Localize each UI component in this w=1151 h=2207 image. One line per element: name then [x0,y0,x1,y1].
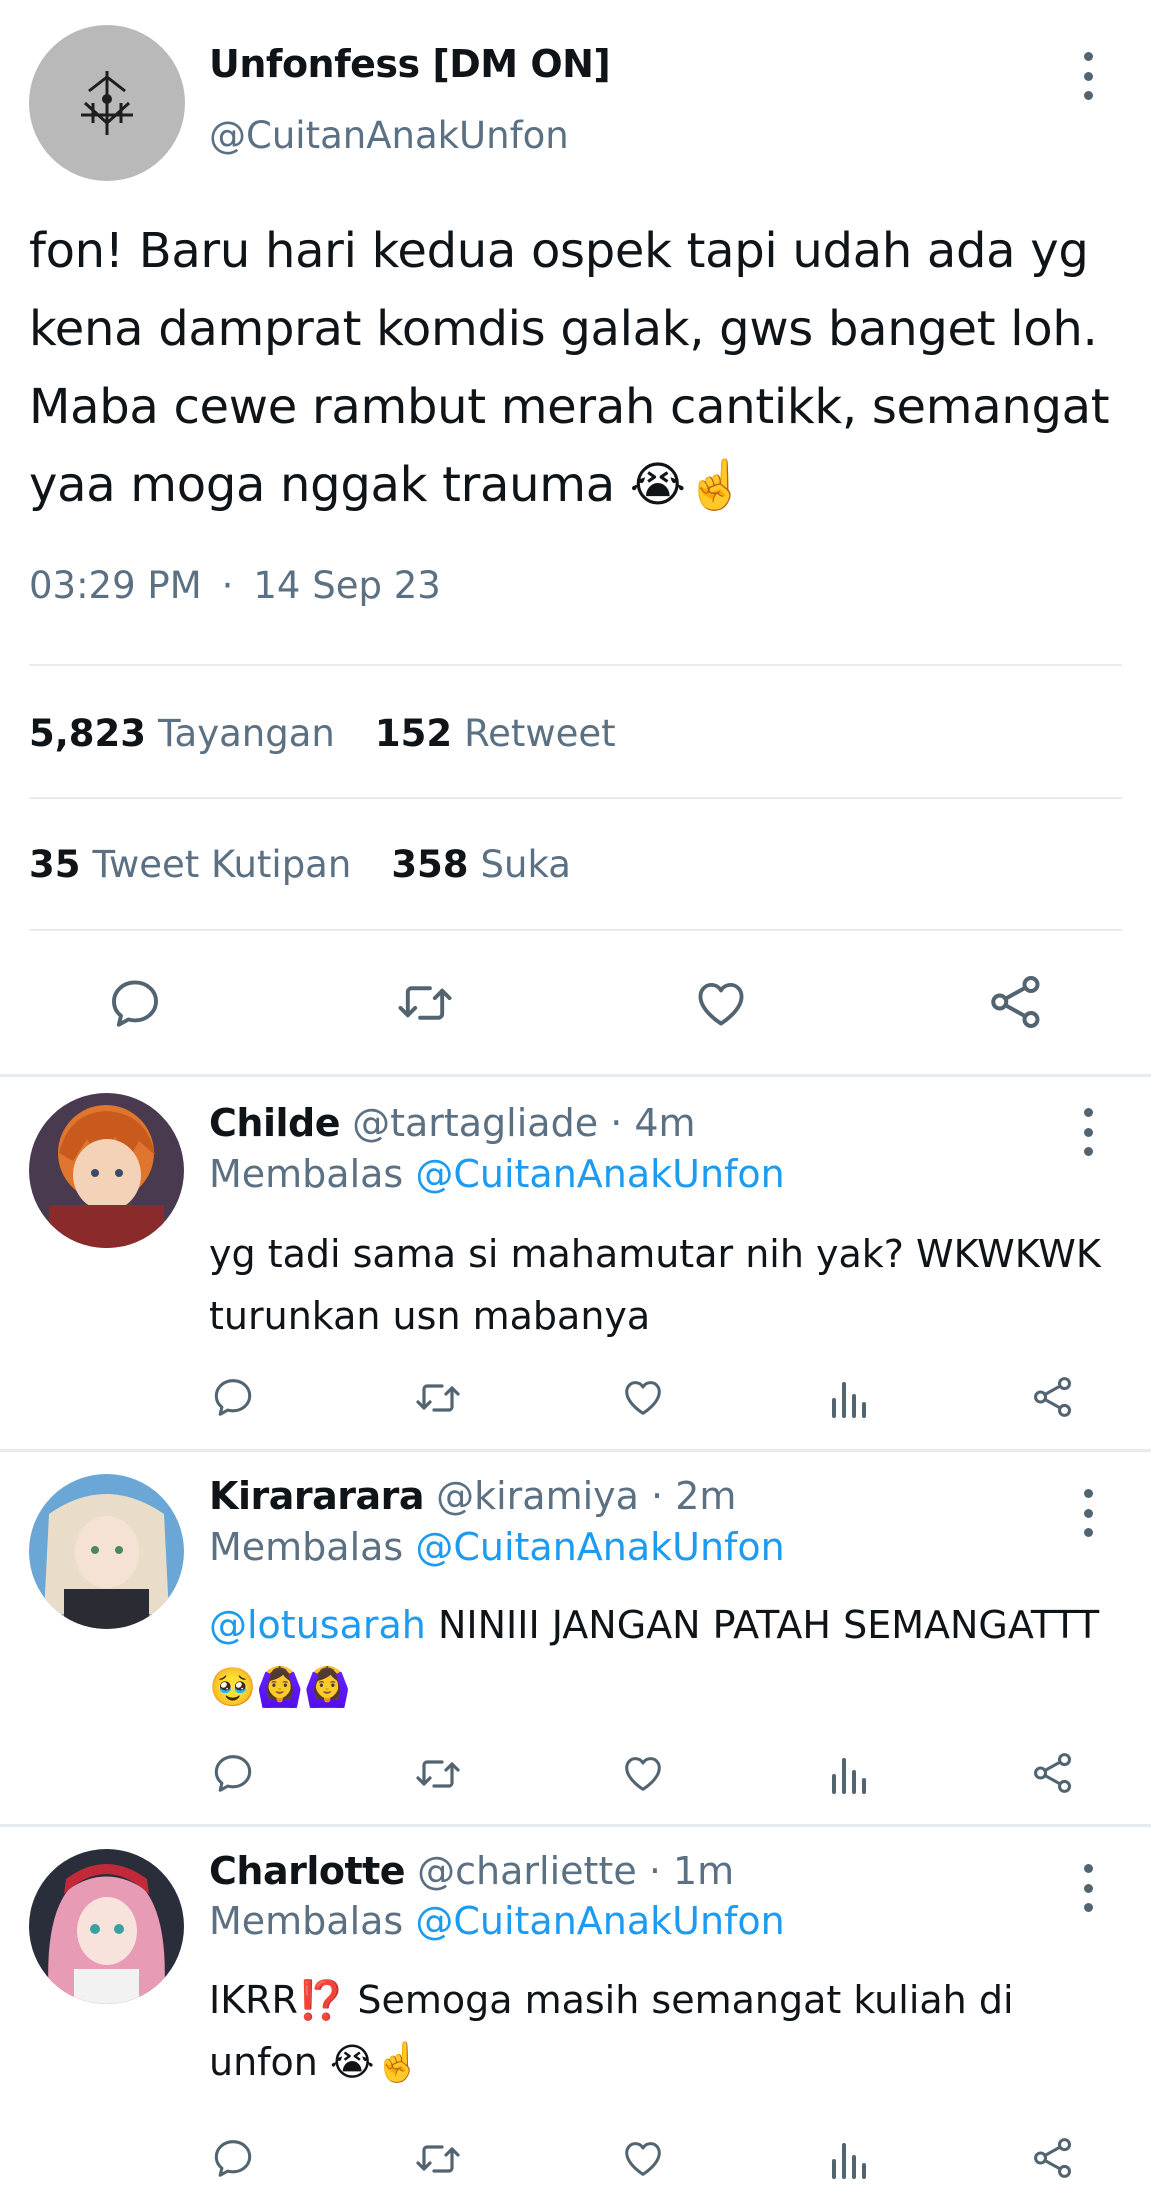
avatar-image [29,1474,184,1629]
author-name[interactable]: Unfonfess [DM ON] [209,42,611,86]
analytics-icon[interactable] [828,1752,868,1796]
reply-text-line: unfon 😭☝️ [209,2040,422,2084]
retweet-icon[interactable] [414,1752,462,1796]
replying-label: Membalas [209,1152,404,1196]
reply-header: Charlotte @charliette · 1m [209,1849,734,1893]
likes-stat[interactable]: 358 Suka [391,843,571,886]
reply-actions [0,1750,1151,1800]
views-stat[interactable]: 5,823 Tayangan [29,712,335,755]
avatar-image [29,1849,184,2004]
main-tweet: Unfonfess [DM ON] @CuitanAnakUnfon fon! … [0,0,1151,1076]
reply-author-name[interactable]: Kirararara [209,1474,425,1518]
share-icon[interactable] [1030,1750,1076,1796]
reply-age: · 2m [651,1474,737,1518]
like-icon[interactable] [692,974,750,1032]
reply-header: Childe @tartagliade · 4m [209,1101,696,1145]
stats-row-1: 5,823 Tayangan 152 Retweet [29,712,616,755]
retweet-icon[interactable] [395,976,455,1030]
reply-icon[interactable] [210,1374,256,1420]
reply-tweet[interactable]: Kirararara @kiramiya · 2m Membalas @Cuit… [0,1452,1151,1824]
views-label: Tayangan [158,712,335,755]
retweets-stat[interactable]: 152 Retweet [375,712,616,755]
divider [29,664,1122,666]
reply-text: yg tadi sama si mahamutar nih yak? WKWKW… [209,1223,1119,1347]
replying-label: Membalas [209,1525,404,1569]
likes-label: Suka [480,843,571,886]
replying-to-handle[interactable]: @CuitanAnakUnfon [415,1899,784,1943]
reply-author-name[interactable]: Childe [209,1101,340,1145]
avatar[interactable] [29,1849,184,2004]
more-vertical-icon[interactable] [1076,1489,1100,1537]
tweet-actions [0,970,1151,1034]
reply-text-line: @lotusarah NINIII JANGAN PATAH SEMANGATT… [209,1594,1129,1656]
quotes-label: Tweet Kutipan [92,843,352,886]
reply-tweet[interactable]: Charlotte @charliette · 1m Membalas @Cui… [0,1827,1151,2207]
tweet-text-line: Maba cewe rambut merah cantikk, semangat [29,379,1110,435]
reply-icon[interactable] [106,974,164,1032]
like-icon[interactable] [620,2135,666,2181]
reply-author-handle[interactable]: @tartagliade [352,1101,598,1145]
reply-icon[interactable] [210,1750,256,1796]
retweets-count: 152 [374,712,453,755]
retweets-label: Retweet [464,712,616,755]
reply-actions [0,1374,1151,1424]
like-icon[interactable] [620,1750,666,1796]
mention-link[interactable]: @lotusarah [209,1603,426,1647]
tweet-text-line: yaa moga nggak trauma 😭☝️ [29,457,746,513]
share-icon[interactable] [1030,1374,1076,1420]
replying-label: Membalas [209,1899,404,1943]
like-icon[interactable] [620,1374,666,1420]
reply-text-line: yg tadi sama si mahamutar nih yak? WKWKW… [209,1232,1101,1276]
reply-author-handle[interactable]: @charliette [417,1849,637,1893]
reply-icon[interactable] [210,2135,256,2181]
tweet-date: 14 Sep 23 [253,564,441,607]
avatar[interactable] [29,1474,184,1629]
reply-text-line: 🥹🙆‍♀️🙆‍♀️ [209,1665,351,1709]
avatar-image [29,1093,184,1248]
separator-dot: · [221,564,234,607]
avatar[interactable] [29,25,185,181]
replying-to: Membalas @CuitanAnakUnfon [209,1152,785,1196]
replying-to: Membalas @CuitanAnakUnfon [209,1899,785,1943]
more-vertical-icon[interactable] [1076,1108,1100,1156]
share-icon[interactable] [1030,2135,1076,2181]
replying-to-handle[interactable]: @CuitanAnakUnfon [415,1152,784,1196]
reply-text: IKRR⁉️ Semoga masih semangat kuliah di u… [209,1969,1119,2093]
replying-to-handle[interactable]: @CuitanAnakUnfon [415,1525,784,1569]
more-vertical-icon[interactable] [1076,52,1100,100]
reply-actions [0,2135,1151,2185]
reply-text-line: IKRR⁉️ Semoga masih semangat kuliah di [209,1978,1014,2022]
tweet-text-line: fon! Baru hari kedua ospek tapi udah ada… [29,223,1089,279]
avatar[interactable] [29,1093,184,1248]
stats-row-2: 35 Tweet Kutipan 358 Suka [29,843,571,886]
reply-text-part: NINIII JANGAN PATAH SEMANGATTT [437,1603,1100,1647]
analytics-icon[interactable] [828,2137,868,2181]
reply-age: · 4m [610,1101,696,1145]
quotes-stat[interactable]: 35 Tweet Kutipan [29,843,351,886]
divider [29,797,1122,799]
analytics-icon[interactable] [828,1376,868,1420]
share-icon[interactable] [986,972,1046,1032]
tweet-text-line: kena damprat komdis galak, gws banget lo… [29,301,1098,357]
replying-to: Membalas @CuitanAnakUnfon [209,1525,785,1569]
divider [29,929,1122,931]
author-handle[interactable]: @CuitanAnakUnfon [209,114,569,157]
more-vertical-icon[interactable] [1076,1864,1100,1912]
quotes-count: 35 [29,843,81,886]
reply-age: · 1m [648,1849,735,1893]
tweet-text: fon! Baru hari kedua ospek tapi udah ada… [29,212,1129,524]
tweet-timestamp[interactable]: 03:29 PM · 14 Sep 23 [29,564,441,607]
reply-tweet[interactable]: Childe @tartagliade · 4m Membalas @Cuita… [0,1077,1151,1449]
tweet-time: 03:29 PM [29,564,202,607]
logo-icon [81,71,133,135]
reply-header: Kirararara @kiramiya · 2m [209,1474,736,1518]
retweet-icon[interactable] [414,1376,462,1420]
reply-author-name[interactable]: Charlotte [209,1849,406,1893]
reply-text-line: turunkan usn mabanya [209,1294,651,1338]
views-count: 5,823 [29,712,147,755]
likes-count: 358 [391,843,469,886]
reply-author-handle[interactable]: @kiramiya [436,1474,639,1518]
retweet-icon[interactable] [414,2137,462,2181]
reply-text: @lotusarah NINIII JANGAN PATAH SEMANGATT… [209,1594,1129,1718]
